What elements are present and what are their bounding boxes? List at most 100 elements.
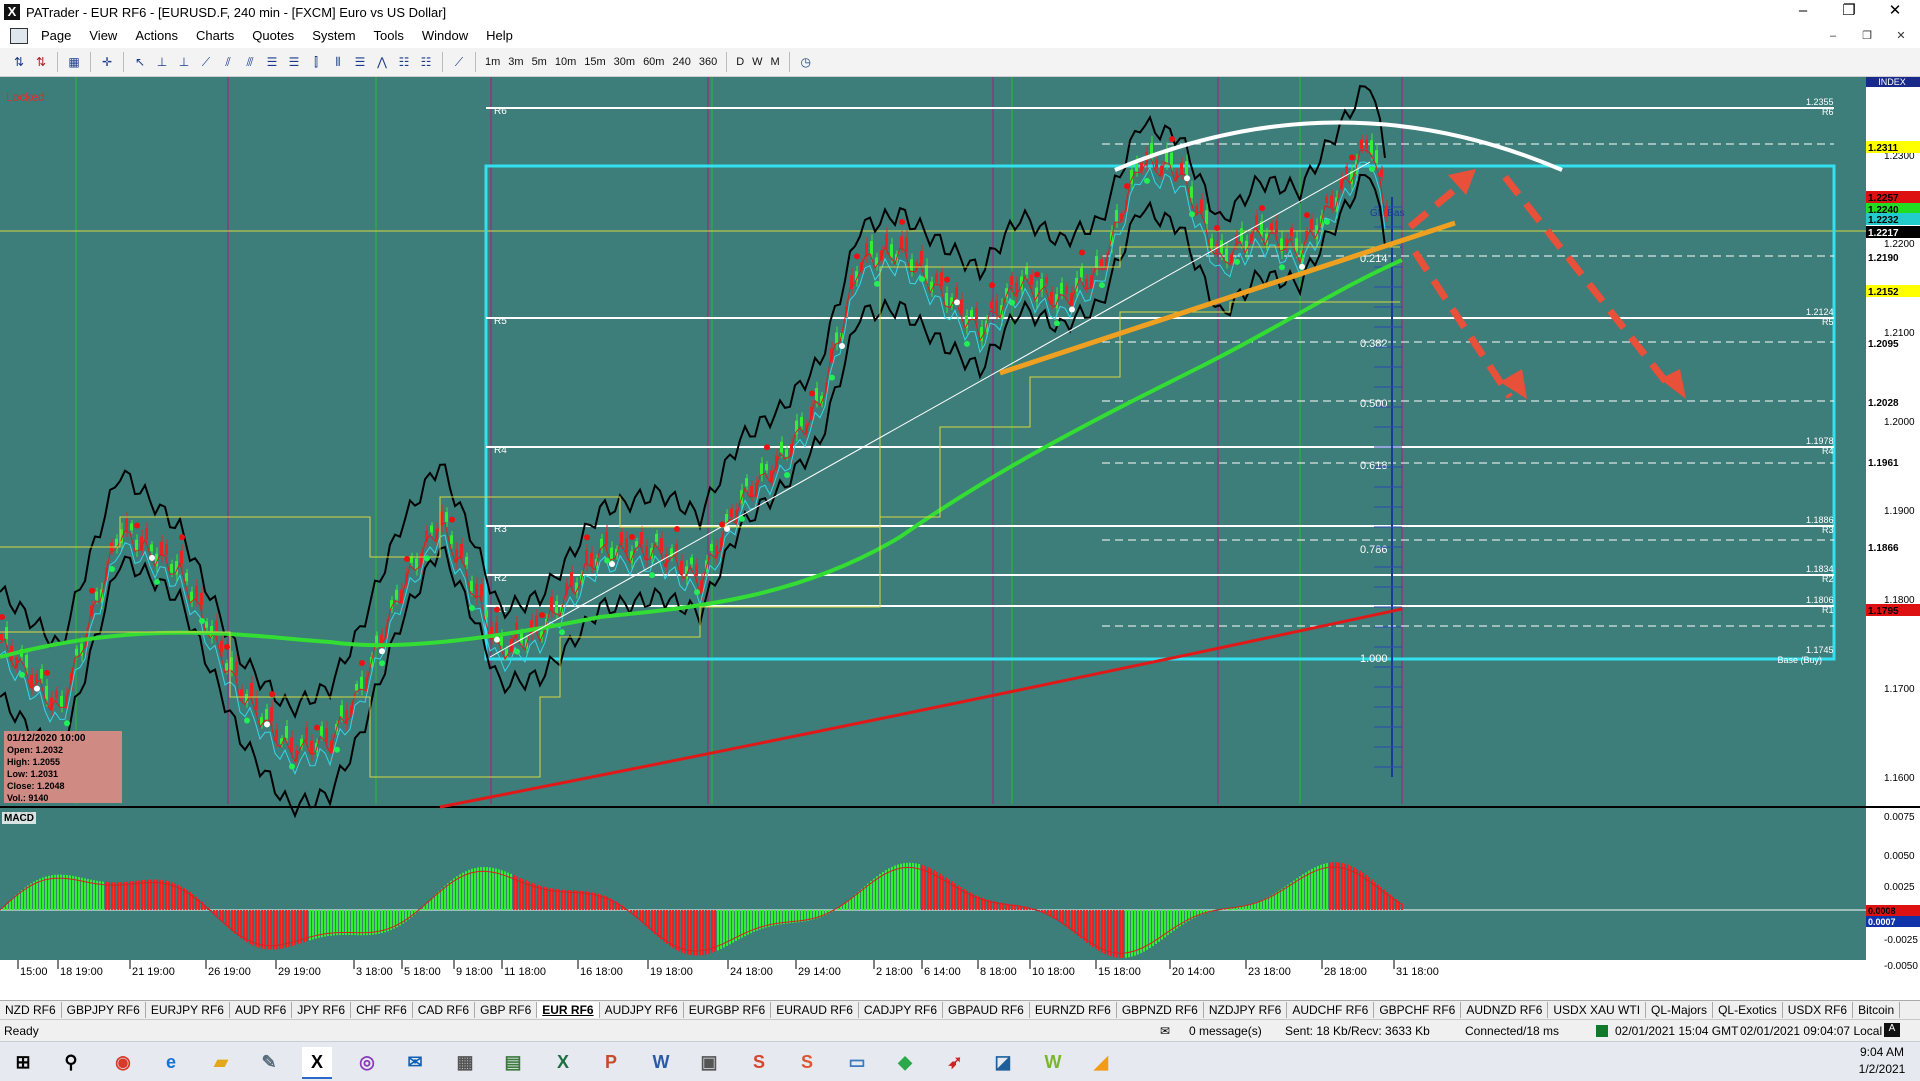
edge-icon[interactable]: e [156, 1047, 186, 1077]
timeframe-360[interactable]: 360 [696, 52, 720, 72]
menu-system[interactable]: System [303, 24, 364, 48]
chart-type-icon[interactable]: ▦ [64, 52, 84, 72]
symbol-tab[interactable]: CHF RF6 [351, 1002, 413, 1018]
orange-app-icon[interactable]: ◢ [1086, 1047, 1116, 1077]
red-bird-icon[interactable]: ➶ [940, 1047, 970, 1077]
timeframe-1m[interactable]: 1m [482, 52, 503, 72]
speed-lines-icon[interactable]: ☷ [416, 52, 436, 72]
restore-button[interactable]: ❐ [1826, 0, 1872, 24]
channel-icon[interactable]: ⫽ [218, 52, 238, 72]
search-icon[interactable]: ⚲ [56, 1047, 86, 1077]
taskbar-date[interactable]: 1/2/2021 [1852, 1062, 1912, 1076]
vertical-line-icon[interactable]: ⊥ [174, 52, 194, 72]
notepad-icon[interactable]: ✎ [254, 1047, 284, 1077]
minimize-button[interactable]: – [1780, 0, 1826, 24]
symbol-tab[interactable]: EURJPY RF6 [146, 1002, 230, 1018]
chart-area[interactable]: R61.2355R6R51.2124R5R41.1978R4R31.1886R3… [0, 77, 1920, 982]
menu-help[interactable]: Help [477, 24, 522, 48]
symbol-tab[interactable]: EUR RF6 [537, 1002, 599, 1018]
symbol-tab[interactable]: CAD RF6 [413, 1002, 475, 1018]
symbol-tab[interactable]: AUDJPY RF6 [600, 1002, 684, 1018]
symbol-tab[interactable]: AUD RF6 [230, 1002, 292, 1018]
files-icon[interactable]: ▣ [694, 1047, 724, 1077]
mdi-minimize-button[interactable]: – [1816, 24, 1850, 48]
period-daily[interactable]: D [733, 52, 747, 72]
symbol-tab[interactable]: GBPAUD RF6 [943, 1002, 1030, 1018]
chart-menu-icon[interactable] [10, 28, 28, 44]
horizontal-line-icon[interactable]: ⊥ [152, 52, 172, 72]
taskbar-time[interactable]: 9:04 AM [1852, 1045, 1912, 1059]
snagit-icon[interactable]: S [744, 1047, 774, 1077]
fibonacci-icon[interactable]: ☰ [262, 52, 282, 72]
timeframe-15m[interactable]: 15m [581, 52, 608, 72]
mail-icon[interactable]: ✉ [1160, 1024, 1170, 1038]
mdi-close-button[interactable]: ✕ [1884, 24, 1918, 48]
pointer-icon[interactable]: ↖ [130, 52, 150, 72]
trendline-icon[interactable]: ⟋ [196, 52, 216, 72]
symbol-tab[interactable]: GBPJPY RF6 [62, 1002, 146, 1018]
patrader-icon[interactable]: X [302, 1047, 332, 1079]
period-monthly[interactable]: M [768, 52, 783, 72]
word-icon[interactable]: W [646, 1047, 676, 1077]
app-purple-icon[interactable]: ◎ [352, 1047, 382, 1077]
andrews-pitchfork-icon[interactable]: ⋀ [372, 52, 392, 72]
menu-charts[interactable]: Charts [187, 24, 243, 48]
pivot-icon[interactable]: ☰ [350, 52, 370, 72]
timeframe-240[interactable]: 240 [669, 52, 693, 72]
price-chart[interactable]: R61.2355R6R51.2124R5R41.1978R4R31.1886R3… [0, 77, 1920, 982]
symbol-tab[interactable]: AUDNZD RF6 [1461, 1002, 1548, 1018]
symbol-tab[interactable]: GBPCHF RF6 [1374, 1002, 1461, 1018]
gann-icon[interactable]: ⫿ [306, 52, 326, 72]
file-explorer-icon[interactable]: ▰ [206, 1047, 236, 1077]
symbol-tab[interactable]: NZD RF6 [0, 1002, 62, 1018]
windows-start-icon[interactable]: ⊞ [8, 1047, 38, 1077]
menu-actions[interactable]: Actions [126, 24, 187, 48]
symbol-tab[interactable]: EURGBP RF6 [684, 1002, 771, 1018]
indicator-icon[interactable]: ⟋ [449, 52, 469, 72]
symbol-tab[interactable]: GBP RF6 [475, 1002, 537, 1018]
symbol-tab[interactable]: AUDCHF RF6 [1287, 1002, 1374, 1018]
symbol-tab[interactable]: Bitcoin [1853, 1002, 1900, 1018]
symbol-tab[interactable]: EURAUD RF6 [771, 1002, 859, 1018]
mdi-restore-button[interactable]: ❐ [1850, 24, 1884, 48]
powerpoint-icon[interactable]: P [596, 1047, 626, 1077]
timeframe-10m[interactable]: 10m [552, 52, 579, 72]
fib-extension-icon[interactable]: ☰ [284, 52, 304, 72]
timeframe-30m[interactable]: 30m [611, 52, 638, 72]
menu-window[interactable]: Window [413, 24, 477, 48]
menu-view[interactable]: View [80, 24, 126, 48]
close-button[interactable]: ✕ [1872, 0, 1918, 24]
status-messages[interactable]: 0 message(s) [1189, 1024, 1262, 1038]
menu-quotes[interactable]: Quotes [243, 24, 303, 48]
symbol-tab[interactable]: NZDJPY RF6 [1204, 1002, 1287, 1018]
menu-page[interactable]: Page [32, 24, 80, 48]
timeframe-5m[interactable]: 5m [529, 52, 550, 72]
cycle-lines-icon[interactable]: ⦀ [328, 52, 348, 72]
excel-icon[interactable]: X [548, 1047, 578, 1077]
timeframe-60m[interactable]: 60m [640, 52, 667, 72]
timeframe-3m[interactable]: 3m [505, 52, 526, 72]
w-app-icon[interactable]: W [1038, 1047, 1068, 1077]
symbol-tab[interactable]: JPY RF6 [292, 1002, 351, 1018]
monitor-app-icon[interactable]: ▭ [842, 1047, 872, 1077]
photos-icon[interactable]: ▤ [498, 1047, 528, 1077]
buy-icon[interactable]: ⇅ [9, 52, 29, 72]
sell-icon[interactable]: ⇅ [31, 52, 51, 72]
symbol-tab[interactable]: USDX XAU WTI [1548, 1002, 1646, 1018]
menu-tools[interactable]: Tools [365, 24, 413, 48]
chrome-icon[interactable]: ◉ [108, 1047, 138, 1077]
green-app-icon[interactable]: ◆ [890, 1047, 920, 1077]
regression-icon[interactable]: ☷ [394, 52, 414, 72]
calculator-icon[interactable]: ▦ [450, 1047, 480, 1077]
symbol-tab[interactable]: USDX RF6 [1783, 1002, 1853, 1018]
symbol-tab[interactable]: CADJPY RF6 [859, 1002, 943, 1018]
snagit-editor-icon[interactable]: S [792, 1047, 822, 1077]
fan-icon[interactable]: ⫻ [240, 52, 260, 72]
clock-icon[interactable]: ◷ [796, 52, 816, 72]
symbol-tab[interactable]: QL-Exotics [1713, 1002, 1783, 1018]
folder-sync-icon[interactable]: ◪ [988, 1047, 1018, 1077]
period-weekly[interactable]: W [749, 52, 765, 72]
symbol-tab[interactable]: EURNZD RF6 [1030, 1002, 1117, 1018]
symbol-tab[interactable]: GBPNZD RF6 [1117, 1002, 1204, 1018]
outlook-icon[interactable]: ✉ [400, 1047, 430, 1077]
